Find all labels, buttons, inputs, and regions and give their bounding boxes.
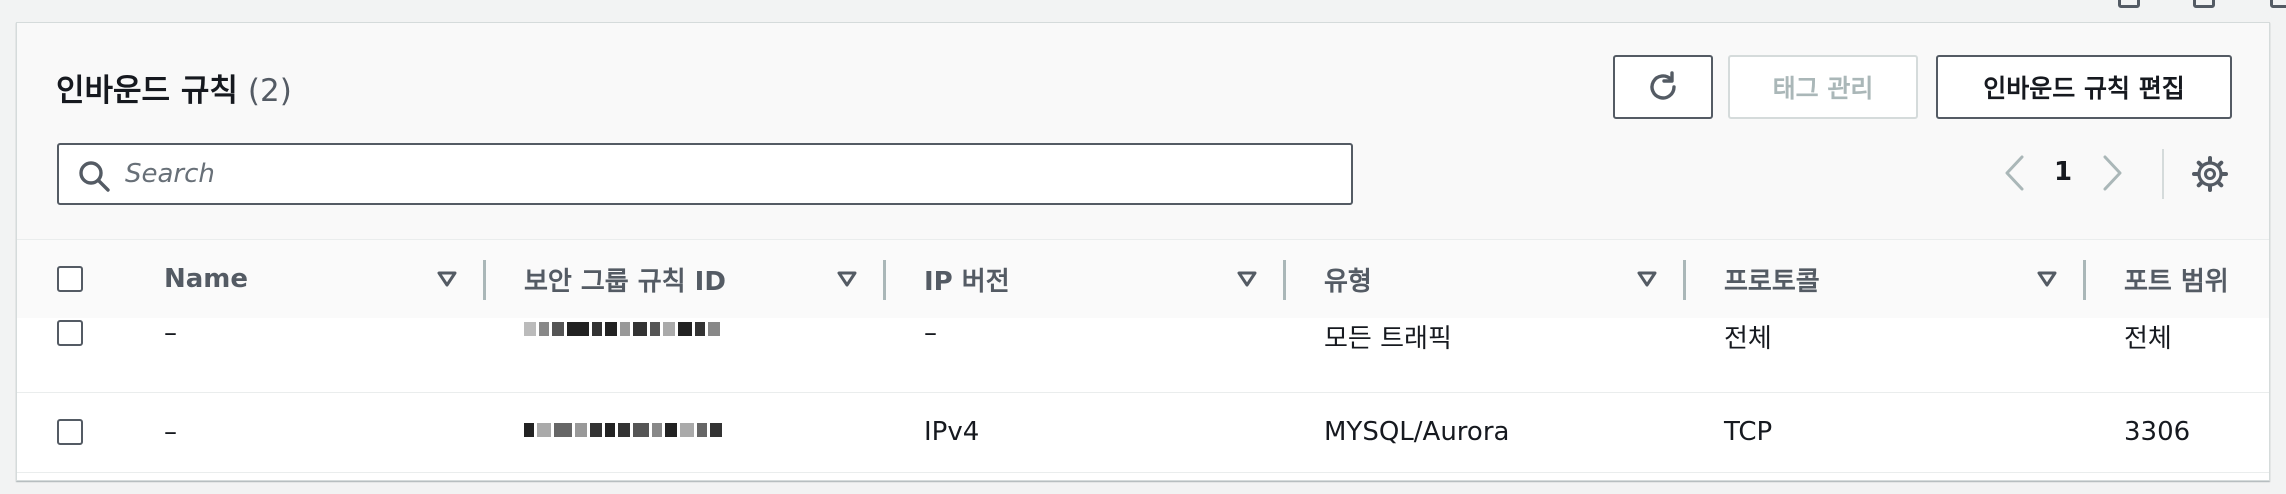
column-separator[interactable] (2083, 260, 2086, 300)
column-separator[interactable] (1283, 260, 1286, 300)
column-separator[interactable] (1683, 260, 1686, 300)
column-header-protocol[interactable]: 프로토콜 (1724, 240, 1820, 318)
cell-name: – (164, 318, 177, 348)
chevron-right-icon[interactable] (2101, 153, 2125, 193)
search-icon (79, 161, 110, 192)
page-title: 인바운드 규칙 (2) (56, 65, 292, 110)
sort-caret-icon[interactable] (837, 270, 857, 288)
table-header: Name 보안 그룹 규칙 ID IP 버전 유형 프로토콜 포트 범위 (17, 239, 2269, 319)
cell-name: – (164, 417, 177, 447)
column-separator[interactable] (483, 260, 486, 300)
row-checkbox[interactable] (57, 320, 83, 346)
cell-ip-version: IPv4 (924, 417, 980, 447)
panel-layout-icon-3[interactable] (2270, 0, 2286, 8)
column-header-rule-id[interactable]: 보안 그룹 규칙 ID (524, 240, 726, 318)
panel-layout-icon-2[interactable] (2193, 0, 2215, 8)
rule-count: (2) (247, 73, 292, 109)
sort-caret-icon[interactable] (1637, 270, 1657, 288)
refresh-button[interactable] (1613, 55, 1713, 119)
current-page[interactable]: 1 (2054, 157, 2072, 187)
pagination-divider (2162, 149, 2164, 199)
inbound-rules-panel: 인바운드 규칙 (2) 태그 관리 인바운드 규칙 편집 Search 1 Na… (16, 22, 2270, 481)
column-header-port-range[interactable]: 포트 범위 (2124, 240, 2229, 318)
edit-inbound-rules-button[interactable]: 인바운드 규칙 편집 (1936, 55, 2232, 119)
column-header-name[interactable]: Name (164, 240, 248, 318)
redacted-rule-id (524, 423, 725, 437)
search-input[interactable]: Search (57, 143, 1353, 205)
cell-type: 모든 트래픽 (1324, 324, 1452, 354)
select-all-checkbox[interactable] (57, 266, 83, 292)
chevron-left-icon[interactable] (2002, 153, 2026, 193)
column-header-ip-version[interactable]: IP 버전 (924, 240, 1010, 318)
panel-layout-icon-1[interactable] (2118, 0, 2140, 8)
cell-protocol: 전체 (1724, 324, 1772, 354)
sort-caret-icon[interactable] (437, 270, 457, 288)
title-text: 인바운드 규칙 (56, 73, 238, 109)
panel-header (17, 23, 2269, 239)
cell-port-range: 3306 (2124, 417, 2191, 447)
column-header-type[interactable]: 유형 (1324, 240, 1372, 318)
table-row[interactable]: – – 모든 트래픽 전체 전체 (17, 318, 2269, 393)
sort-caret-icon[interactable] (2037, 270, 2057, 288)
search-placeholder: Search (125, 159, 215, 189)
column-separator[interactable] (883, 260, 886, 300)
cell-protocol: TCP (1724, 417, 1773, 447)
table-row[interactable]: – IPv4 MYSQL/Aurora TCP 3306 (17, 393, 2269, 473)
row-checkbox[interactable] (57, 419, 83, 445)
redacted-rule-id (524, 322, 723, 336)
cell-ip-version: – (924, 318, 937, 348)
cell-type: MYSQL/Aurora (1324, 417, 1510, 447)
manage-tags-button[interactable]: 태그 관리 (1728, 55, 1918, 119)
sort-caret-icon[interactable] (1237, 270, 1257, 288)
cell-port-range: 전체 (2124, 324, 2172, 354)
gear-icon[interactable] (2192, 156, 2228, 192)
refresh-icon (1650, 71, 1676, 100)
